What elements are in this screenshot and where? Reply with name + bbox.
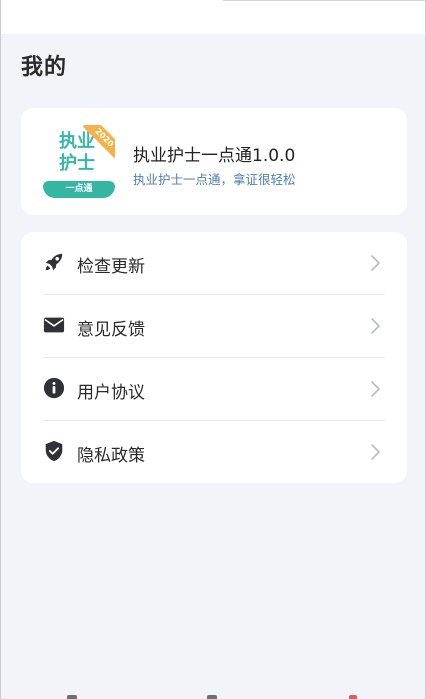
info-icon xyxy=(43,377,65,399)
chevron-right-icon xyxy=(371,318,380,334)
chevron-right-icon xyxy=(371,255,380,271)
shield-check-icon xyxy=(45,440,63,462)
app-info-card: 执业 护士 2020 一点通 执业护士一点通1.0.0 执业护士一点通，拿证很轻… xyxy=(21,108,407,215)
rocket-icon xyxy=(45,253,63,271)
menu-item-privacy-policy[interactable]: 隐私政策 xyxy=(43,421,385,483)
status-bar xyxy=(1,0,426,34)
page-title: 我的 xyxy=(21,55,68,80)
tab-bar-edge xyxy=(1,693,425,699)
app-name: 执业护士一点通1.0.0 xyxy=(133,146,296,166)
app-logo: 执业 护士 2020 一点通 xyxy=(43,125,115,198)
menu-item-feedback[interactable]: 意见反馈 xyxy=(43,295,385,357)
menu-card: 检查更新 意见反馈 用户协议 隐私政策 xyxy=(21,232,407,483)
envelope-icon xyxy=(43,317,65,333)
chevron-right-icon xyxy=(371,381,380,397)
app-frame: 我的 执业 护士 2020 一点通 执业护士一点通1.0.0 执业护士一点通，拿… xyxy=(0,0,426,699)
menu-item-check-update[interactable]: 检查更新 xyxy=(43,232,385,294)
app-slogan: 执业护士一点通，拿证很轻松 xyxy=(133,172,296,187)
menu-item-user-agreement[interactable]: 用户协议 xyxy=(43,358,385,420)
chevron-right-icon xyxy=(371,444,380,460)
